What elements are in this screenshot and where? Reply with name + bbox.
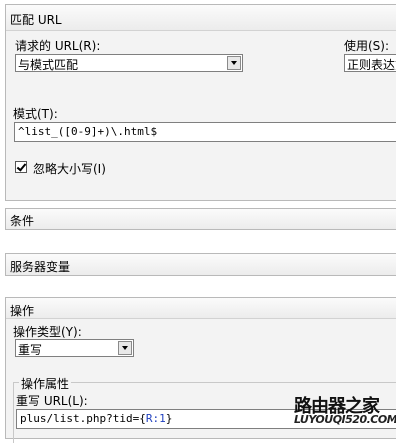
chevron-down-icon[interactable] (227, 56, 241, 70)
ignore-case-label[interactable]: 忽略大小写(I) (33, 160, 106, 177)
server-variables-title: 服务器变量 (10, 260, 71, 274)
action-title: 操作 (10, 304, 35, 318)
pattern-input[interactable]: ^list_([0-9]+)\.html$ (14, 122, 396, 142)
rewrite-url-open-brace: { (139, 412, 146, 425)
ignore-case-checkbox[interactable] (15, 161, 27, 173)
conditions-title: 条件 (10, 214, 35, 228)
action-header[interactable]: 操作 (6, 298, 396, 319)
requested-url-select[interactable]: 与模式匹配 (15, 54, 243, 72)
requested-url-value: 与模式匹配 (18, 58, 79, 72)
pattern-label: 模式(T): (13, 107, 58, 121)
requested-url-label: 请求的 URL(R): (15, 39, 101, 53)
rewrite-url-prefix: plus/list.php?tid= (20, 412, 140, 425)
match-url-title: 匹配 URL (10, 13, 62, 27)
action-type-label: 操作类型(Y): (13, 325, 82, 339)
action-properties-label: 操作属性 (19, 375, 72, 392)
chevron-down-icon[interactable] (118, 341, 132, 355)
rewrite-url-label: 重写 URL(L): (16, 394, 88, 408)
action-type-select[interactable]: 重写 (15, 339, 134, 357)
rewrite-url-close-brace: } (165, 412, 173, 425)
match-url-header[interactable]: 匹配 URL (6, 5, 396, 31)
conditions-panel[interactable]: 条件 (5, 208, 396, 230)
watermark-url: LUYOUQI520.COM (294, 413, 396, 426)
server-variables-panel[interactable]: 服务器变量 (5, 253, 396, 276)
using-label: 使用(S): (344, 39, 390, 53)
rewrite-url-value: plus/list.php?tid={R:1} (20, 412, 172, 425)
match-url-panel: 匹配 URL 请求的 URL(R): 与模式匹配 使用(S): 正则表达式 模式… (5, 4, 396, 201)
using-select[interactable]: 正则表达式 (344, 54, 396, 72)
rewrite-url-back-reference: R:1 (145, 412, 166, 425)
using-value: 正则表达式 (347, 58, 396, 72)
pattern-value: ^list_([0-9]+)\.html$ (18, 125, 158, 138)
action-type-value: 重写 (18, 343, 43, 357)
